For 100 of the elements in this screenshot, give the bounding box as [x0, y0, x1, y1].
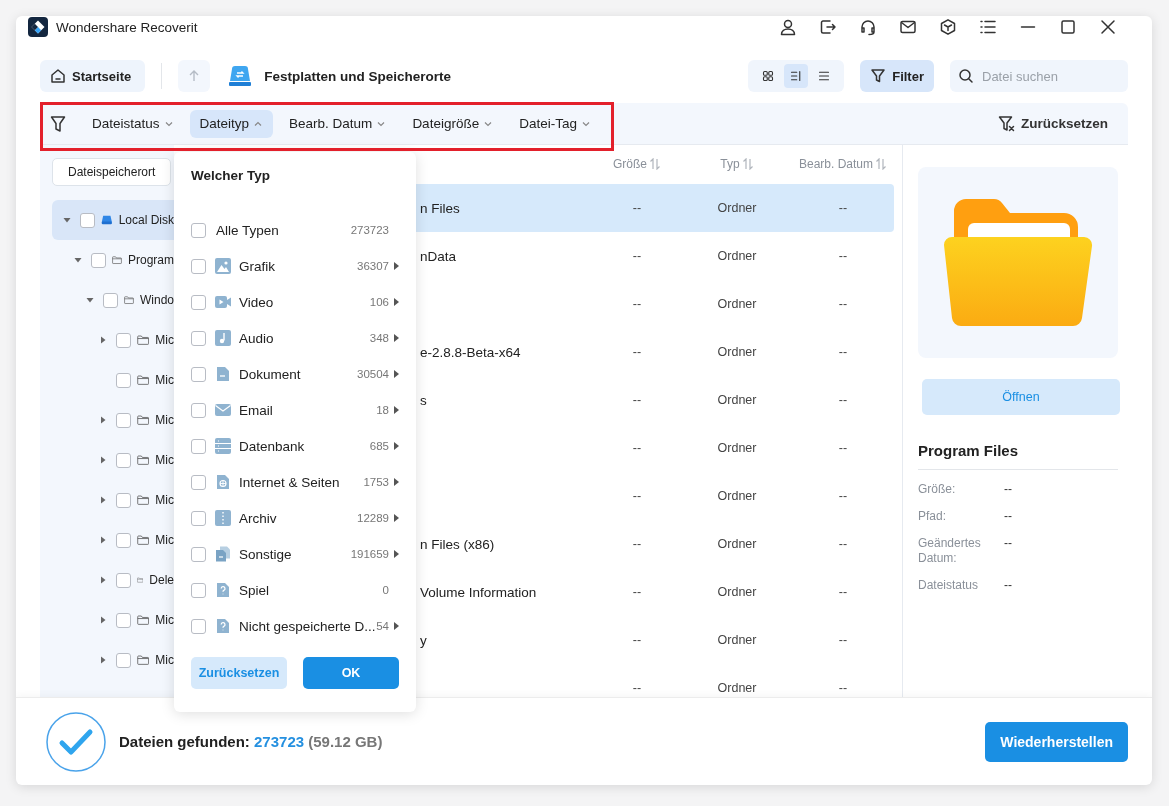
tree-item-label[interactable]: Windo — [140, 293, 174, 307]
file-name[interactable]: n Files (x86) — [420, 536, 495, 552]
filter-dropdown[interactable]: Bearb. Datum — [279, 109, 397, 138]
export-icon[interactable] — [819, 18, 837, 36]
expand-arrow-icon[interactable] — [98, 335, 108, 345]
close-icon[interactable] — [1099, 18, 1117, 36]
expand-arrow-icon[interactable] — [98, 415, 108, 425]
file-name[interactable]: n Files — [420, 200, 460, 216]
tree-item-label[interactable]: Local Disk — [118, 213, 174, 227]
tree-checkbox[interactable] — [80, 212, 95, 228]
tree-item-label[interactable]: Mic — [155, 453, 174, 467]
collapse-arrow-icon[interactable] — [73, 255, 83, 265]
collapse-arrow-icon[interactable] — [62, 215, 72, 225]
table-cell: Ordner — [717, 249, 757, 263]
submenu-arrow-icon[interactable] — [394, 298, 399, 306]
expand-arrow-icon[interactable] — [98, 575, 108, 585]
expand-arrow-icon[interactable] — [98, 655, 108, 665]
submenu-arrow-icon[interactable] — [394, 442, 399, 450]
tree-item-highlight[interactable]: Local Disk — [52, 200, 174, 240]
file-name[interactable]: nData — [420, 248, 457, 264]
type-checkbox[interactable] — [191, 438, 206, 454]
maximize-icon[interactable] — [1059, 18, 1077, 36]
headset-icon[interactable] — [859, 18, 877, 36]
tree-item-label[interactable]: Mic — [155, 493, 174, 507]
tree-item-label[interactable]: Mic — [155, 333, 174, 347]
type-checkbox[interactable] — [191, 294, 206, 310]
submenu-arrow-icon[interactable] — [394, 334, 399, 342]
tree-checkbox[interactable] — [116, 492, 131, 508]
tree-item-label[interactable]: Mic — [155, 533, 174, 547]
type-checkbox[interactable] — [191, 510, 206, 526]
collapse-arrow-icon[interactable] — [85, 295, 95, 305]
filter-dropdown[interactable]: Dateigröße — [402, 109, 504, 138]
type-checkbox[interactable] — [191, 474, 206, 490]
detail-value: -- — [1004, 509, 1013, 524]
type-option-label[interactable]: Dokument — [239, 366, 301, 382]
tree-item-label[interactable]: Dele — [149, 573, 174, 587]
type-checkbox[interactable] — [191, 366, 206, 382]
expand-arrow-icon[interactable] — [98, 455, 108, 465]
tree-checkbox[interactable] — [116, 412, 131, 428]
submenu-arrow-icon[interactable] — [394, 406, 399, 414]
filter-button[interactable]: Filter — [860, 60, 934, 92]
tree-checkbox[interactable] — [116, 332, 131, 348]
submenu-arrow-icon[interactable] — [394, 370, 399, 378]
filter-dropdown[interactable]: Datei-Tag — [509, 109, 601, 138]
submenu-arrow-icon[interactable] — [394, 514, 399, 522]
type-checkbox[interactable] — [191, 222, 206, 238]
tree-item-label[interactable]: Mic — [155, 613, 174, 627]
mail-icon[interactable] — [899, 18, 917, 36]
detail-value: -- — [1004, 482, 1013, 497]
menu-icon[interactable] — [979, 18, 997, 36]
search-field[interactable]: Datei suchen — [950, 60, 1128, 92]
type-checkbox[interactable] — [191, 618, 206, 634]
tree-item-label[interactable]: Program — [128, 253, 174, 267]
expand-arrow-icon[interactable] — [98, 615, 108, 625]
expand-arrow-icon[interactable] — [98, 535, 108, 545]
submenu-arrow-icon[interactable] — [394, 622, 399, 630]
home-button[interactable]: Startseite — [40, 60, 146, 92]
expand-arrow-icon[interactable] — [98, 495, 108, 505]
sort-icon — [875, 158, 887, 170]
tree-item-label[interactable]: Mic — [155, 653, 174, 667]
tree-item-label[interactable]: Mic — [155, 373, 174, 387]
type-checkbox[interactable] — [191, 546, 206, 562]
reset-filter-button[interactable]: Zurücksetzen — [991, 113, 1114, 134]
tree-item-label[interactable]: Mic — [155, 413, 174, 427]
tree-checkbox[interactable] — [116, 532, 131, 548]
user-icon[interactable] — [779, 18, 797, 36]
tree-checkbox[interactable] — [116, 652, 131, 668]
submenu-arrow-icon[interactable] — [394, 478, 399, 486]
type-option-label[interactable]: Audio — [239, 330, 274, 346]
cube-icon[interactable] — [939, 18, 957, 36]
type-checkbox[interactable] — [191, 330, 206, 346]
type-option-label[interactable]: Datenbank — [239, 438, 305, 454]
type-option-label[interactable]: Spiel — [239, 582, 270, 598]
file-name[interactable]: Volume Information — [420, 584, 537, 600]
type-option-label[interactable]: Video — [239, 294, 274, 310]
tree-checkbox[interactable] — [116, 572, 131, 588]
submenu-arrow-icon[interactable] — [394, 262, 399, 270]
type-option-label[interactable]: Archiv — [239, 510, 277, 526]
submenu-arrow-icon[interactable] — [394, 550, 399, 558]
file-name[interactable]: s — [420, 392, 427, 408]
tree-checkbox[interactable] — [103, 292, 118, 308]
type-option-label[interactable]: Grafik — [239, 258, 275, 274]
type-checkbox[interactable] — [191, 582, 206, 598]
filter-dropdown[interactable]: Dateistatus — [82, 109, 184, 138]
file-count: 106 — [369, 296, 389, 308]
type-option-label[interactable]: Email — [239, 402, 273, 418]
detail-view-button[interactable] — [784, 64, 809, 88]
type-option-label[interactable]: Internet & Seiten — [239, 474, 340, 490]
file-name[interactable]: y — [420, 632, 427, 648]
filter-dropdown[interactable]: Dateityp — [189, 109, 274, 138]
file-name[interactable]: e-2.8.8-Beta-x64 — [420, 344, 521, 360]
tree-checkbox[interactable] — [116, 452, 131, 468]
location-tab[interactable]: Dateispeicherort — [52, 158, 172, 186]
tree-checkbox[interactable] — [91, 252, 106, 268]
tree-checkbox[interactable] — [116, 372, 131, 388]
type-checkbox[interactable] — [191, 402, 206, 418]
type-option-label[interactable]: Sonstige — [239, 546, 292, 562]
type-option-label[interactable]: Nicht gespeicherte D... — [239, 618, 376, 634]
tree-checkbox[interactable] — [116, 612, 131, 628]
type-checkbox[interactable] — [191, 258, 206, 274]
